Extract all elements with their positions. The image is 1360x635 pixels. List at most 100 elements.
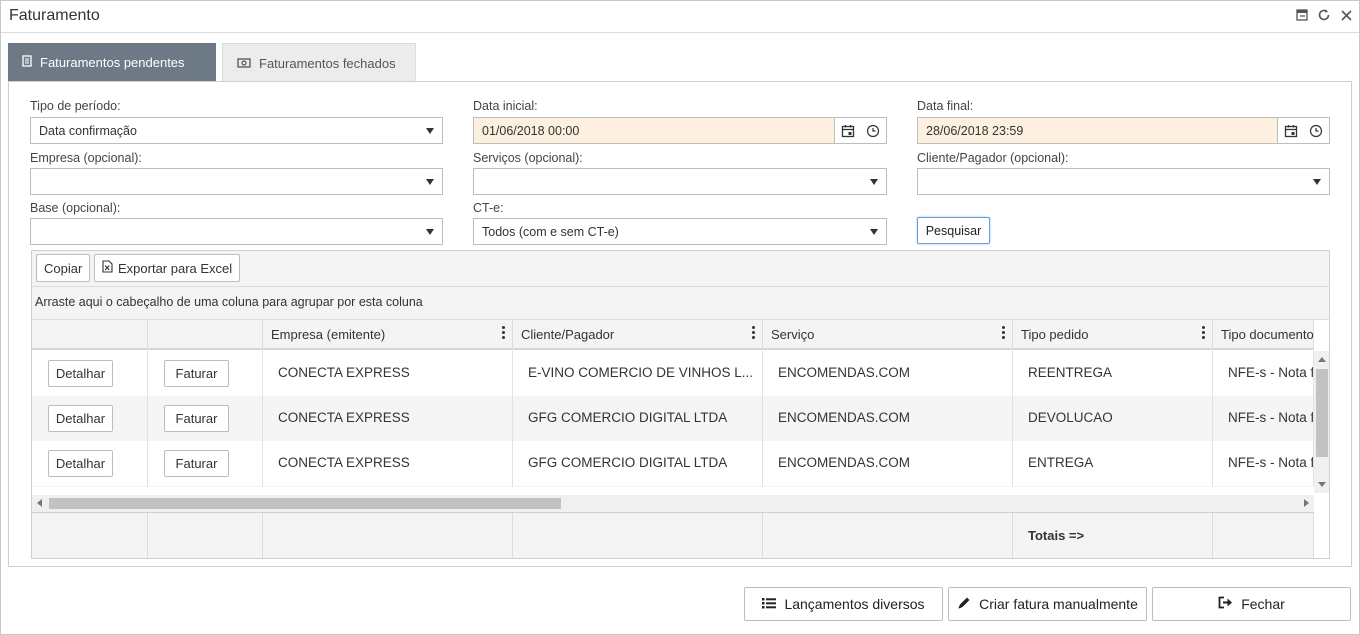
search-button[interactable]: Pesquisar [917,217,990,244]
footer-cell [148,513,263,558]
data-inicial-input[interactable]: 01/06/2018 00:00 [473,117,887,144]
cell-tipo-documento: NFE-s - Nota fi [1213,441,1314,486]
column-header-servico[interactable]: Serviço [763,320,1013,350]
column-menu-icon[interactable] [1202,326,1206,341]
cell-partial [32,486,148,487]
faturar-button[interactable]: Faturar [164,405,229,432]
column-header-cliente[interactable]: Cliente/Pagador [513,320,763,350]
chevron-down-icon [870,179,878,185]
excel-icon [102,260,113,276]
servicos-select[interactable] [473,168,887,195]
chevron-down-icon [870,229,878,235]
lancamentos-label: Lançamentos diversos [784,596,925,612]
cte-label: CT-e: [473,201,504,215]
column-header-label: Serviço [771,327,815,342]
base-label: Base (opcional): [30,201,121,215]
column-header-empresa[interactable]: Empresa (emitente) [263,320,513,350]
title-bar: Faturamento [1,1,1359,33]
column-header-label: Empresa (emitente) [271,327,386,342]
tab-faturamentos-fechados[interactable]: Faturamentos fechados [222,43,416,82]
horizontal-scroll-thumb[interactable] [49,498,561,509]
data-final-value: 28/06/2018 23:59 [926,123,1024,138]
clock-icon[interactable] [860,118,886,143]
cell-partial [263,486,513,487]
clock-icon[interactable] [1303,118,1329,143]
cell-empresa: CONECTA EXPRESS [263,351,513,396]
column-header-tipo-documento[interactable]: Tipo documento [1213,320,1314,350]
cell-faturar: Faturar [148,441,263,486]
detalhar-button[interactable]: Detalhar [48,405,113,432]
footer-cell [763,513,1013,558]
cliente-select[interactable] [917,168,1330,195]
money-icon [237,56,251,71]
export-excel-button[interactable]: Exportar para Excel [94,254,241,282]
criar-fatura-button[interactable]: Criar fatura manualmente [948,587,1147,621]
faturar-button[interactable]: Faturar [164,360,229,387]
cell-cliente: GFG COMERCIO DIGITAL LTDA [513,441,763,486]
cell-servico: ENCOMENDAS.COM [763,396,1013,441]
vertical-scrollbar[interactable] [1314,351,1329,493]
fechar-button[interactable]: Fechar [1152,587,1351,621]
column-menu-icon[interactable] [1002,326,1006,341]
copy-label: Copiar [44,260,83,276]
cte-value: Todos (com e sem CT-e) [482,224,619,239]
data-final-input[interactable]: 28/06/2018 23:59 [917,117,1330,144]
lancamentos-diversos-button[interactable]: Lançamentos diversos [744,587,943,621]
restore-icon[interactable] [1293,6,1311,24]
tab-faturamentos-pendentes[interactable]: Faturamentos pendentes [8,43,216,82]
cte-select[interactable]: Todos (com e sem CT-e) [473,218,887,245]
footer-cell [1213,513,1314,558]
scroll-left-icon[interactable] [37,499,42,507]
faturar-button[interactable]: Faturar [164,450,229,477]
detalhar-button[interactable]: Detalhar [48,450,113,477]
cliente-label: Cliente/Pagador (opcional): [917,151,1069,165]
tab-content: Tipo de período: Data confirmação Data i… [8,81,1352,567]
cell-detalhar: Detalhar [32,441,148,486]
cell-partial [513,486,763,487]
export-label: Exportar para Excel [118,260,233,276]
column-menu-icon[interactable] [752,326,756,341]
calendar-icon[interactable] [1277,118,1303,143]
copy-button[interactable]: Copiar [36,254,91,282]
cell-tipo-pedido: REENTREGA [1013,351,1213,396]
cell-detalhar: Detalhar [32,351,148,396]
horizontal-scrollbar[interactable] [32,495,1314,512]
sign-out-icon [1218,596,1233,612]
window-title: Faturamento [9,7,100,24]
grid-rows: Detalhar Faturar CONECTA EXPRESS E-VINO … [32,351,1314,487]
close-icon[interactable] [1337,6,1355,24]
cell-empresa: CONECTA EXPRESS [263,441,513,486]
chevron-down-icon [426,229,434,235]
cell-empresa: CONECTA EXPRESS [263,396,513,441]
column-menu-icon[interactable] [502,326,506,341]
refresh-icon[interactable] [1315,6,1333,24]
pencil-icon [957,596,971,613]
tab-label: Faturamentos fechados [259,55,396,71]
vertical-scroll-thumb[interactable] [1316,369,1328,457]
chevron-down-icon [426,179,434,185]
cell-tipo-documento: NFE-s - Nota fi [1213,396,1314,441]
cell-cliente: GFG COMERCIO DIGITAL LTDA [513,396,763,441]
calendar-icon[interactable] [834,118,860,143]
column-header-faturar [148,320,263,350]
cell-tipo-documento: NFE-s - Nota fi [1213,351,1314,396]
cell-detalhar: Detalhar [32,396,148,441]
cell-tipo-pedido: DEVOLUCAO [1013,396,1213,441]
empresa-select[interactable] [30,168,443,195]
data-inicial-label: Data inicial: [473,99,538,113]
data-final-label: Data final: [917,99,974,113]
scroll-right-icon[interactable] [1304,499,1309,507]
base-select[interactable] [30,218,443,245]
tipo-periodo-select[interactable]: Data confirmação [30,117,443,144]
cell-partial [148,486,263,487]
detalhar-button[interactable]: Detalhar [48,360,113,387]
scroll-down-icon[interactable] [1318,482,1326,487]
cell-faturar: Faturar [148,351,263,396]
totals-label: Totais => [1013,513,1213,558]
tipo-periodo-value: Data confirmação [39,123,137,138]
column-header-tipo-pedido[interactable]: Tipo pedido [1013,320,1213,350]
scroll-up-icon[interactable] [1318,357,1326,362]
table-row-partial [32,486,1314,487]
tab-bar: Faturamentos pendentes Faturamentos fech… [8,43,422,82]
table-row: Detalhar Faturar CONECTA EXPRESS GFG COM… [32,396,1314,441]
